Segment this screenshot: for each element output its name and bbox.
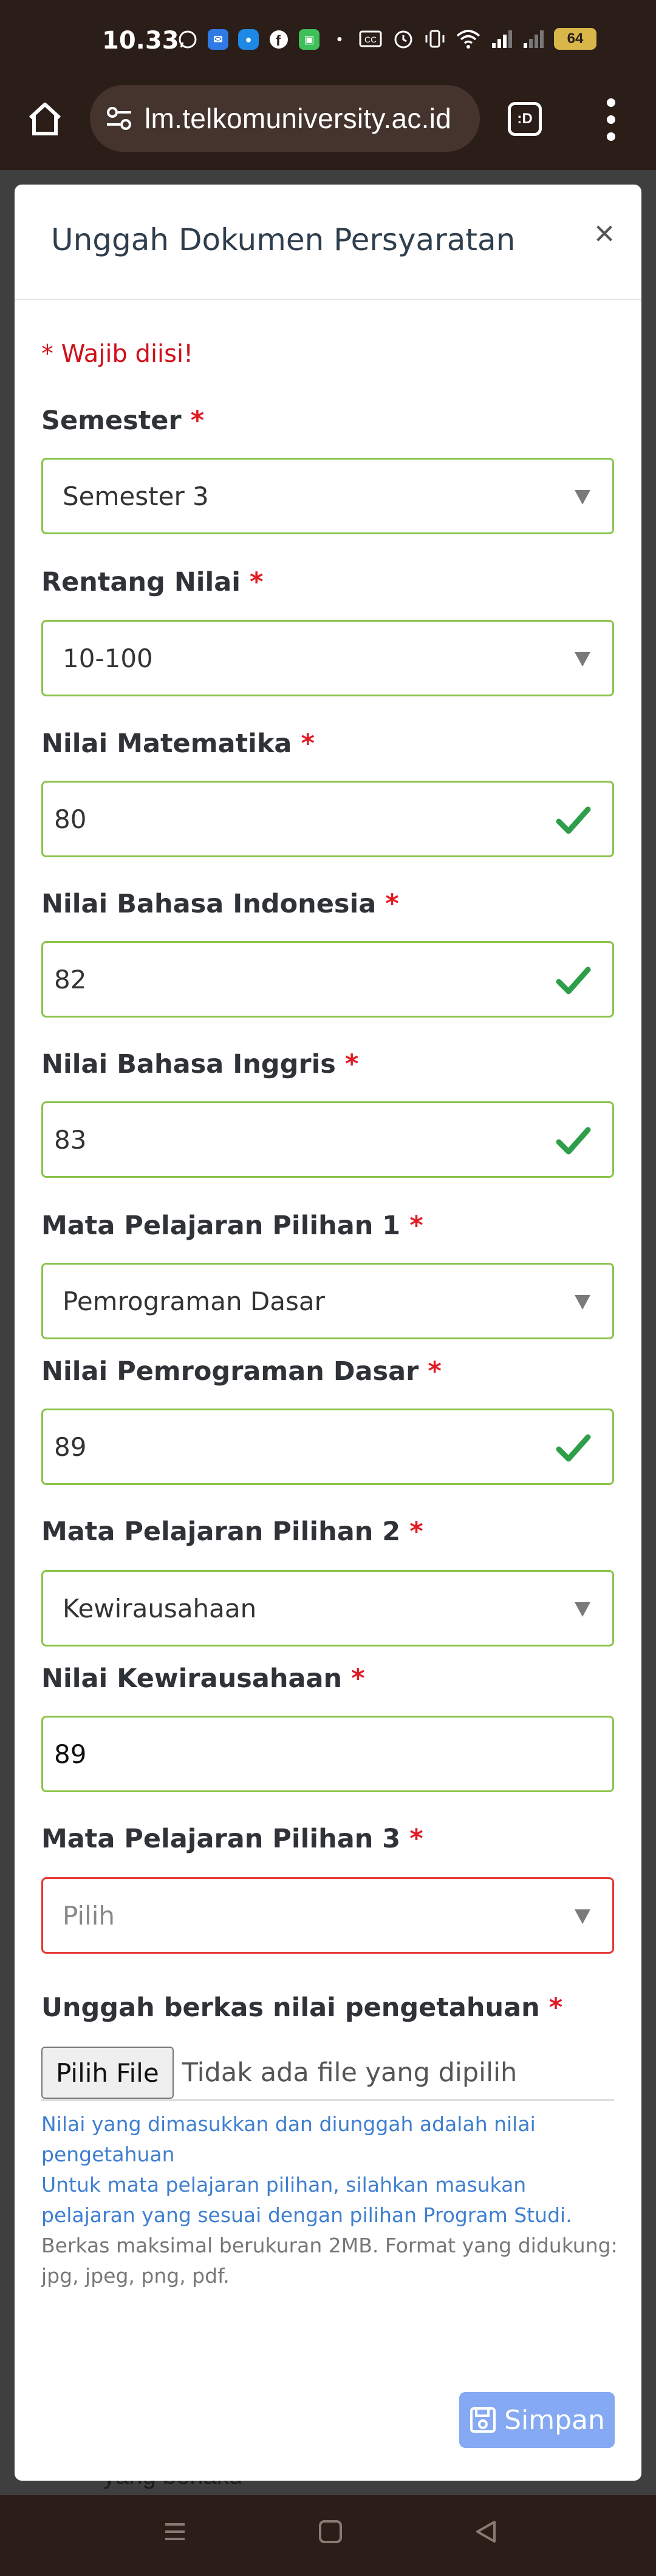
messenger-icon: ●	[238, 29, 259, 50]
score-range-label: Rentang Nilai *	[41, 567, 264, 597]
close-button[interactable]: ×	[594, 216, 615, 251]
elective-2-score-input[interactable]: 89	[41, 1716, 614, 1792]
save-button[interactable]: Simpan	[459, 2392, 615, 2448]
score-range-select[interactable]: 10-100	[41, 620, 614, 696]
recent-apps-icon[interactable]	[162, 2518, 188, 2545]
status-bar: 10.33 ✉ ● f ▣ ● CC 64	[0, 0, 656, 85]
elective-2-score-label: Nilai Kewirausahaan *	[41, 1664, 365, 1694]
elective-2-label: Mata Pelajaran Pilihan 2 *	[41, 1517, 423, 1547]
facebook-icon: f	[268, 29, 289, 50]
chevron-down-icon	[575, 1909, 590, 1924]
tab-switcher-button[interactable]: :D	[508, 102, 542, 136]
required-note: * Wajib diisi!	[41, 340, 194, 368]
elective-1-select[interactable]: Pemrograman Dasar	[41, 1263, 614, 1339]
battery-icon: 64	[554, 28, 596, 50]
system-nav-bar	[0, 2495, 656, 2576]
signal-icon	[492, 30, 512, 48]
choose-file-button[interactable]: Pilih File	[41, 2047, 174, 2099]
elective-2-select[interactable]: Kewirausahaan	[41, 1570, 614, 1647]
vibrate-icon	[425, 30, 445, 48]
svg-text:CC: CC	[364, 35, 377, 44]
modal-header: Unggah Dokumen Persyaratan ×	[15, 185, 641, 300]
save-button-label: Simpan	[504, 2404, 605, 2436]
site-settings-icon[interactable]	[103, 103, 135, 134]
browser-toolbar: lm.telkomuniversity.ac.id :D	[0, 85, 656, 170]
signal-icon-2	[524, 30, 544, 48]
upload-label: Unggah berkas nilai pengetahuan *	[41, 1993, 563, 2023]
chevron-down-icon	[575, 1602, 590, 1617]
valid-check-icon	[556, 1127, 591, 1155]
cast-icon: CC	[359, 30, 382, 47]
indonesian-score-input[interactable]: 82	[41, 941, 614, 1018]
valid-check-icon	[556, 967, 591, 994]
dot-icon: ●	[337, 34, 343, 44]
menu-icon[interactable]	[604, 98, 618, 141]
wifi-icon	[456, 30, 480, 49]
status-time: 10.33	[102, 27, 179, 55]
mail-app-icon: ✉	[208, 29, 228, 50]
system-icons: CC 64	[358, 28, 596, 50]
semester-select[interactable]: Semester 3	[41, 458, 614, 534]
elective-1-label: Mata Pelajaran Pilihan 1 *	[41, 1211, 423, 1241]
alarm-icon	[394, 30, 412, 49]
back-icon[interactable]	[473, 2518, 499, 2545]
app-icon: ▣	[299, 29, 319, 50]
indonesian-score-label: Nilai Bahasa Indonesia *	[41, 889, 399, 919]
elective-1-score-label: Nilai Pemrograman Dasar *	[41, 1356, 442, 1387]
math-score-label: Nilai Matematika *	[41, 729, 315, 759]
home-nav-icon[interactable]	[317, 2518, 344, 2545]
elective-3-select[interactable]: Pilih	[41, 1877, 614, 1954]
help-text-elective: Untuk mata pelajaran pilihan, silahkan m…	[41, 2173, 572, 2227]
floppy-disk-icon	[470, 2407, 496, 2433]
elective-1-score-input[interactable]: 89	[41, 1409, 614, 1485]
file-upload-field: Pilih File Tidak ada file yang dipilih	[41, 2046, 614, 2101]
help-text-file-size: Berkas maksimal berukuran 2MB. Format ya…	[41, 2234, 618, 2288]
chevron-down-icon	[575, 1295, 590, 1310]
chevron-down-icon	[575, 652, 590, 667]
notification-icons: ✉ ● f ▣ ●	[177, 29, 350, 50]
elective-3-label: Mata Pelajaran Pilihan 3 *	[41, 1824, 423, 1854]
url-text[interactable]: lm.telkomuniversity.ac.id	[145, 102, 451, 135]
modal-title: Unggah Dokumen Persyaratan	[51, 222, 516, 257]
help-text-knowledge: Nilai yang dimasukkan dan diunggah adala…	[41, 2112, 536, 2166]
svg-text:f: f	[276, 33, 281, 49]
address-bar[interactable]: lm.telkomuniversity.ac.id	[90, 85, 480, 152]
chevron-down-icon	[575, 490, 590, 505]
file-status: Tidak ada file yang dipilih	[182, 2058, 518, 2088]
valid-check-icon	[556, 806, 591, 834]
whatsapp-icon	[177, 29, 198, 50]
upload-modal: Unggah Dokumen Persyaratan × * Wajib dii…	[15, 185, 641, 2481]
semester-label: Semester *	[41, 406, 205, 436]
english-score-label: Nilai Bahasa Inggris *	[41, 1049, 359, 1079]
math-score-input[interactable]: 80	[41, 781, 614, 857]
valid-check-icon	[556, 1434, 591, 1462]
english-score-input[interactable]: 83	[41, 1101, 614, 1178]
home-icon[interactable]	[26, 100, 64, 138]
